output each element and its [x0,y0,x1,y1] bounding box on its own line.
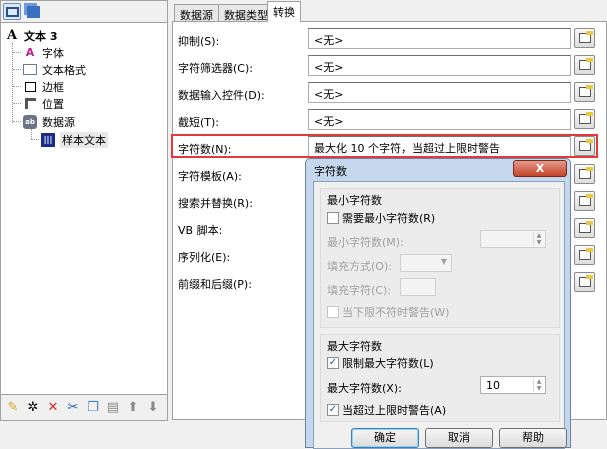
tree-item-border[interactable]: 边框 [23,78,64,95]
tree-item-text-format[interactable]: 文本格式 [23,61,86,78]
tree-item-font[interactable]: A 字体 [23,44,64,61]
prefix-suffix-edit-button[interactable] [574,272,595,292]
suppress-label: 抑制(S): [178,35,220,48]
fill-mode-select[interactable]: ▼ [400,254,452,272]
limit-max-checkbox[interactable]: ✓ 限制最大字符数(L) [327,355,434,371]
checkmark-icon: ✓ [327,404,339,416]
char-template-edit-button[interactable] [574,164,595,184]
checkbox-icon [327,306,339,318]
checkbox-icon [327,212,339,224]
delete-icon[interactable]: ✕ [45,400,61,415]
max-group-title: 最大字符数 [327,340,382,353]
max-count-spinner[interactable]: 10 ▲ ▼ [480,376,546,394]
barcode-data-icon: ||| [41,132,55,147]
text-object-icon: A [6,28,18,43]
new-icon[interactable]: ✎ [5,400,21,415]
highlight-box [171,134,598,158]
char-count-dialog: 字符数 X 最小字符数 需要最小字符数(R) 最小字符数(M): ▲ ▼ 填充方式… [305,158,571,449]
layers-icon [26,5,40,18]
properties-view-icon [5,6,19,17]
search-replace-edit-button[interactable] [574,191,595,211]
max-group: 最大字符数 ✓ 限制最大字符数(L) 最大字符数(X): 10 ▲ ▼ ✓ 当超过上限时… [320,334,560,422]
tree-root[interactable]: A 文本 3 [5,27,58,44]
data-source-icon: ab [23,114,37,129]
edit-icon [578,194,593,206]
fill-char-label: 填充字符(C): [327,284,391,297]
edit-icon [578,221,593,233]
data-entry-label: 数据输入控件(D): [178,89,265,102]
close-button[interactable]: X [513,160,567,177]
vb-script-edit-button[interactable] [574,218,595,238]
prefix-suffix-label: 前缀和后缀(P): [178,278,252,291]
text-format-icon [23,64,37,75]
chevron-down-icon: ▼ [440,257,447,266]
require-min-checkbox[interactable]: 需要最小字符数(R) [327,210,435,226]
serialize-edit-button[interactable] [574,245,595,265]
move-up-icon[interactable]: ⬆ [125,400,141,415]
truncate-label: 截短(T): [178,116,220,129]
warn-max-checkbox[interactable]: ✓ 当超过上限时警告(A) [327,402,446,418]
object-tree-panel: A 文本 3 A 字体 文本格式 边框 位置 ab 数据源 ||| 样本文本 ✎ ✲ ✕… [0,0,168,421]
data-entry-edit-button[interactable] [574,82,595,102]
ok-button[interactable]: 确定 [351,428,419,448]
properties-view-button[interactable] [3,3,21,20]
truncate-edit-button[interactable] [574,109,595,129]
char-template-label: 字符模板(A): [178,170,242,183]
suppress-edit-button[interactable] [574,28,595,48]
min-group-title: 最小字符数 [327,194,382,207]
edit-icon [578,31,593,43]
font-icon: A [25,46,35,59]
warn-min-checkbox[interactable]: 当下限不符时警告(W) [327,304,449,320]
tree-toolbar [1,1,167,23]
tree-item-position[interactable]: 位置 [23,95,64,112]
move-down-icon[interactable]: ⬇ [145,400,161,415]
edit-icon [578,85,593,97]
min-count-label: 最小字符数(M): [327,236,404,249]
dialog-body: 最小字符数 需要最小字符数(R) 最小字符数(M): ▲ ▼ 填充方式(O): ▼… [313,181,567,449]
tree-item-data-source[interactable]: ab 数据源 [23,113,75,130]
tab-transform[interactable]: 转换 [267,1,301,22]
cancel-button[interactable]: 取消 [425,428,493,448]
serialize-label: 序列化(E): [178,251,231,264]
data-entry-field[interactable]: <无> [308,82,571,103]
spinner-arrows-icon: ▲ ▼ [533,232,544,246]
tab-data-type[interactable]: 数据类型 [218,4,274,22]
max-count-label: 最大字符数(X): [327,382,402,395]
tab-data-source[interactable]: 数据源 [174,4,219,22]
copy-icon[interactable]: ❐ [85,400,101,415]
truncate-field[interactable]: <无> [308,109,571,130]
char-filter-field[interactable]: <无> [308,55,571,76]
min-count-spinner[interactable]: ▲ ▼ [480,230,546,248]
vb-script-label: VB 脚本: [178,224,223,237]
char-filter-label: 字符筛选器(C): [178,62,253,75]
help-button[interactable]: 帮助 [499,428,567,448]
fill-char-field[interactable] [400,278,436,296]
dialog-title: 字符数 [314,165,347,178]
ruler-icon [23,97,37,111]
edit-icon [578,58,593,70]
tree-item-sample-text[interactable]: ||| 样本文本 [41,131,108,148]
checkmark-icon: ✓ [327,357,339,369]
edit-icon [578,167,593,179]
tree-actions-toolbar: ✎ ✲ ✕ ✂ ❐ ▤ ⬆ ⬇ [1,394,167,420]
paste-icon[interactable]: ▤ [105,400,121,415]
wizard-icon[interactable]: ✲ [25,400,41,415]
cut-icon[interactable]: ✂ [65,400,81,415]
suppress-field[interactable]: <无> [308,28,571,49]
edit-icon [578,248,593,260]
search-replace-label: 搜索并替换(R): [178,197,253,210]
char-filter-edit-button[interactable] [574,55,595,75]
spinner-arrows-icon: ▲ ▼ [533,378,544,392]
border-icon [23,80,37,94]
layers-view-button[interactable] [24,3,42,20]
edit-icon [578,112,593,124]
edit-icon [578,275,593,287]
fill-mode-label: 填充方式(O): [327,260,392,273]
min-group: 最小字符数 需要最小字符数(R) 最小字符数(M): ▲ ▼ 填充方式(O): ▼… [320,188,560,328]
